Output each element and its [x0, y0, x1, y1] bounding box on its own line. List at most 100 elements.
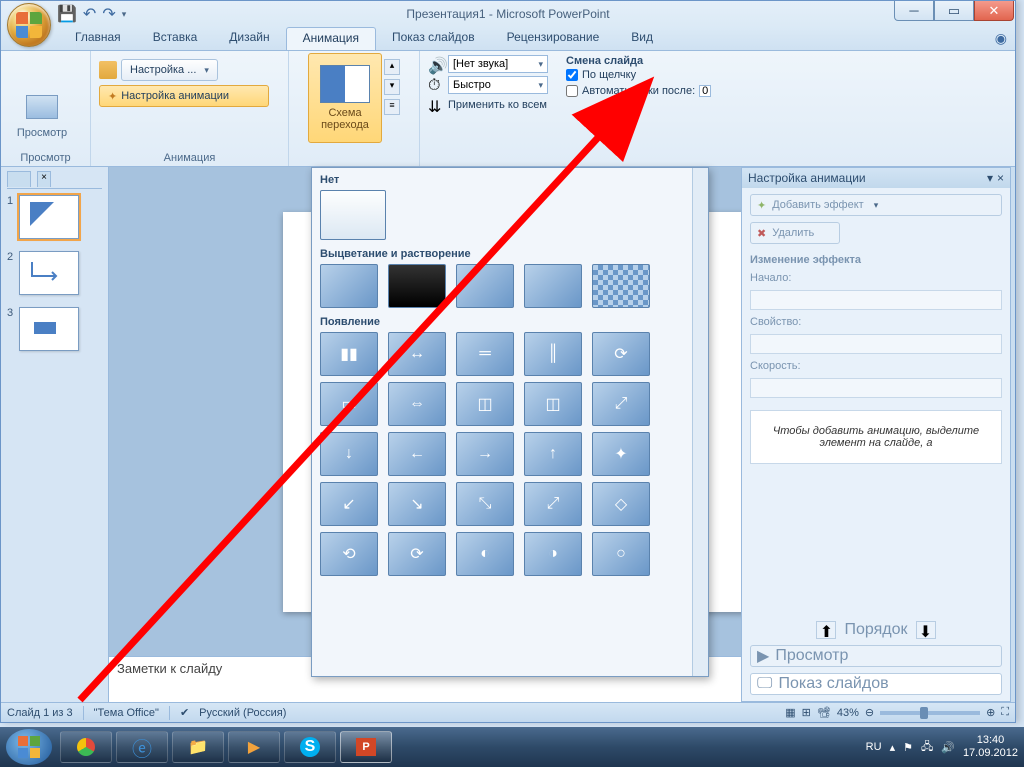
- transition-item[interactable]: ◇: [592, 482, 650, 526]
- transition-item[interactable]: ◑: [524, 532, 582, 576]
- remove-effect-button[interactable]: ✖ Удалить: [750, 222, 840, 244]
- transition-item[interactable]: →: [456, 432, 514, 476]
- transition-fade-1[interactable]: [320, 264, 378, 308]
- transition-item[interactable]: ⟲: [320, 532, 378, 576]
- view-sorter-icon[interactable]: ⊞: [802, 706, 811, 719]
- transition-none[interactable]: [320, 190, 386, 240]
- view-normal-icon[interactable]: ▦: [785, 706, 795, 719]
- preview-anim-button[interactable]: ▶ Просмотр: [750, 645, 1002, 667]
- thumbnail-2[interactable]: 2: [7, 251, 102, 295]
- order-down-icon[interactable]: ⬇: [916, 621, 936, 639]
- tab-insert[interactable]: Вставка: [137, 27, 214, 50]
- gallery-more-icon[interactable]: ≡: [384, 99, 400, 115]
- transition-item[interactable]: ↓: [320, 432, 378, 476]
- taskbar-skype[interactable]: S: [284, 731, 336, 763]
- transition-item[interactable]: ↘: [388, 482, 446, 526]
- apply-all-button[interactable]: ⇊ Применить ко всем: [428, 97, 548, 113]
- spellcheck-icon[interactable]: ✔: [180, 706, 189, 719]
- fit-icon[interactable]: ⛶: [1001, 706, 1009, 719]
- help-icon[interactable]: ◉: [995, 27, 1007, 50]
- transition-item[interactable]: ↑: [524, 432, 582, 476]
- transition-item[interactable]: ◫: [524, 382, 582, 426]
- transition-item[interactable]: ⤢: [524, 482, 582, 526]
- animation-settings-button[interactable]: ✦ Настройка анимации: [99, 85, 269, 107]
- tab-slideshow[interactable]: Показ слайдов: [376, 27, 491, 50]
- save-icon[interactable]: 💾: [57, 4, 77, 24]
- custom-animation-dropdown[interactable]: Настройка ...: [121, 59, 218, 81]
- zoom-level[interactable]: 43%: [837, 707, 859, 719]
- auto-time-input[interactable]: [699, 85, 711, 97]
- gallery-scrollbar[interactable]: [692, 168, 708, 676]
- auto-after-checkbox[interactable]: Автоматически после:: [566, 85, 711, 97]
- taskbar-powerpoint[interactable]: P: [340, 731, 392, 763]
- on-click-checkbox[interactable]: По щелчку: [566, 69, 711, 81]
- transition-item[interactable]: ↔: [388, 332, 446, 376]
- tray-volume-icon[interactable]: 🔊: [941, 741, 955, 754]
- taskbar-chrome[interactable]: [60, 731, 112, 763]
- transition-item[interactable]: ║: [524, 332, 582, 376]
- tray-lang[interactable]: RU: [866, 741, 882, 753]
- transition-item[interactable]: ▭: [320, 382, 378, 426]
- pane-close-icon[interactable]: ×: [997, 171, 1004, 185]
- order-up-icon[interactable]: ⬆: [816, 621, 836, 639]
- taskbar-ie[interactable]: ⓔ: [116, 731, 168, 763]
- speed-select[interactable]: Быстро: [448, 76, 548, 94]
- gallery-down-icon[interactable]: ▾: [384, 79, 400, 95]
- qat-dropdown-icon[interactable]: ▾: [122, 9, 127, 20]
- tray-network-icon[interactable]: 🖧: [921, 738, 933, 757]
- start-select[interactable]: [750, 290, 1002, 310]
- view-show-icon[interactable]: 📽: [817, 706, 831, 719]
- zoom-slider[interactable]: [880, 711, 980, 715]
- thumbnail-3[interactable]: 3: [7, 307, 102, 351]
- language-label[interactable]: Русский (Россия): [199, 707, 286, 719]
- tab-view[interactable]: Вид: [615, 27, 669, 50]
- transition-item[interactable]: ═: [456, 332, 514, 376]
- gallery-up-icon[interactable]: ▴: [384, 59, 400, 75]
- speed-select[interactable]: [750, 378, 1002, 398]
- transition-item[interactable]: ⇔: [388, 382, 446, 426]
- slideshow-button[interactable]: 🖵 Показ слайдов: [750, 673, 1002, 695]
- preview-button[interactable]: Просмотр: [5, 53, 79, 143]
- transition-item[interactable]: ⤡: [456, 482, 514, 526]
- redo-icon[interactable]: ↷: [102, 4, 115, 24]
- tab-design[interactable]: Дизайн: [213, 27, 285, 50]
- office-button[interactable]: [7, 3, 51, 47]
- transition-item[interactable]: ◫: [456, 382, 514, 426]
- tab-home[interactable]: Главная: [59, 27, 137, 50]
- zoom-out-icon[interactable]: ⊖: [865, 706, 874, 719]
- transition-item[interactable]: ⟳: [592, 332, 650, 376]
- close-button[interactable]: ✕: [974, 1, 1014, 21]
- thumb-mode-tabs[interactable]: ×: [7, 171, 102, 189]
- taskbar-media[interactable]: ▶: [228, 731, 280, 763]
- thumbnail-1[interactable]: 1: [7, 195, 102, 239]
- undo-icon[interactable]: ↶: [83, 4, 96, 24]
- transition-fade-3[interactable]: [456, 264, 514, 308]
- transition-item[interactable]: ←: [388, 432, 446, 476]
- tab-animation[interactable]: Анимация: [286, 27, 376, 50]
- pane-menu-icon[interactable]: ▾: [987, 171, 993, 185]
- transition-fade-4[interactable]: [524, 264, 582, 308]
- tray-clock[interactable]: 13:40 17.09.2012: [963, 734, 1018, 760]
- transition-item[interactable]: ◐: [456, 532, 514, 576]
- tray-flag-icon[interactable]: ⚑: [903, 741, 913, 754]
- maximize-button[interactable]: ▭: [934, 1, 974, 21]
- transition-fade-2[interactable]: [388, 264, 446, 308]
- zoom-in-icon[interactable]: ⊕: [986, 706, 995, 719]
- tray-arrow-icon[interactable]: ▴: [890, 741, 896, 754]
- transition-scheme-button[interactable]: Схема перехода: [308, 53, 382, 143]
- add-effect-button[interactable]: ✦ Добавить эффект: [750, 194, 1002, 216]
- transition-item[interactable]: ○: [592, 532, 650, 576]
- transition-fade-5[interactable]: [592, 264, 650, 308]
- transition-item[interactable]: ✦: [592, 432, 650, 476]
- taskbar-explorer[interactable]: 📁: [172, 731, 224, 763]
- transition-item[interactable]: ⤢: [592, 382, 650, 426]
- property-select[interactable]: [750, 334, 1002, 354]
- transition-item[interactable]: ⟳: [388, 532, 446, 576]
- minimize-button[interactable]: ─: [894, 1, 934, 21]
- tab-review[interactable]: Рецензирование: [491, 27, 616, 50]
- start-button[interactable]: [6, 729, 52, 765]
- play-icon: ▶: [757, 646, 769, 666]
- transition-item[interactable]: ↙: [320, 482, 378, 526]
- sound-select[interactable]: [Нет звука]: [448, 55, 548, 73]
- transition-item[interactable]: ▮▮: [320, 332, 378, 376]
